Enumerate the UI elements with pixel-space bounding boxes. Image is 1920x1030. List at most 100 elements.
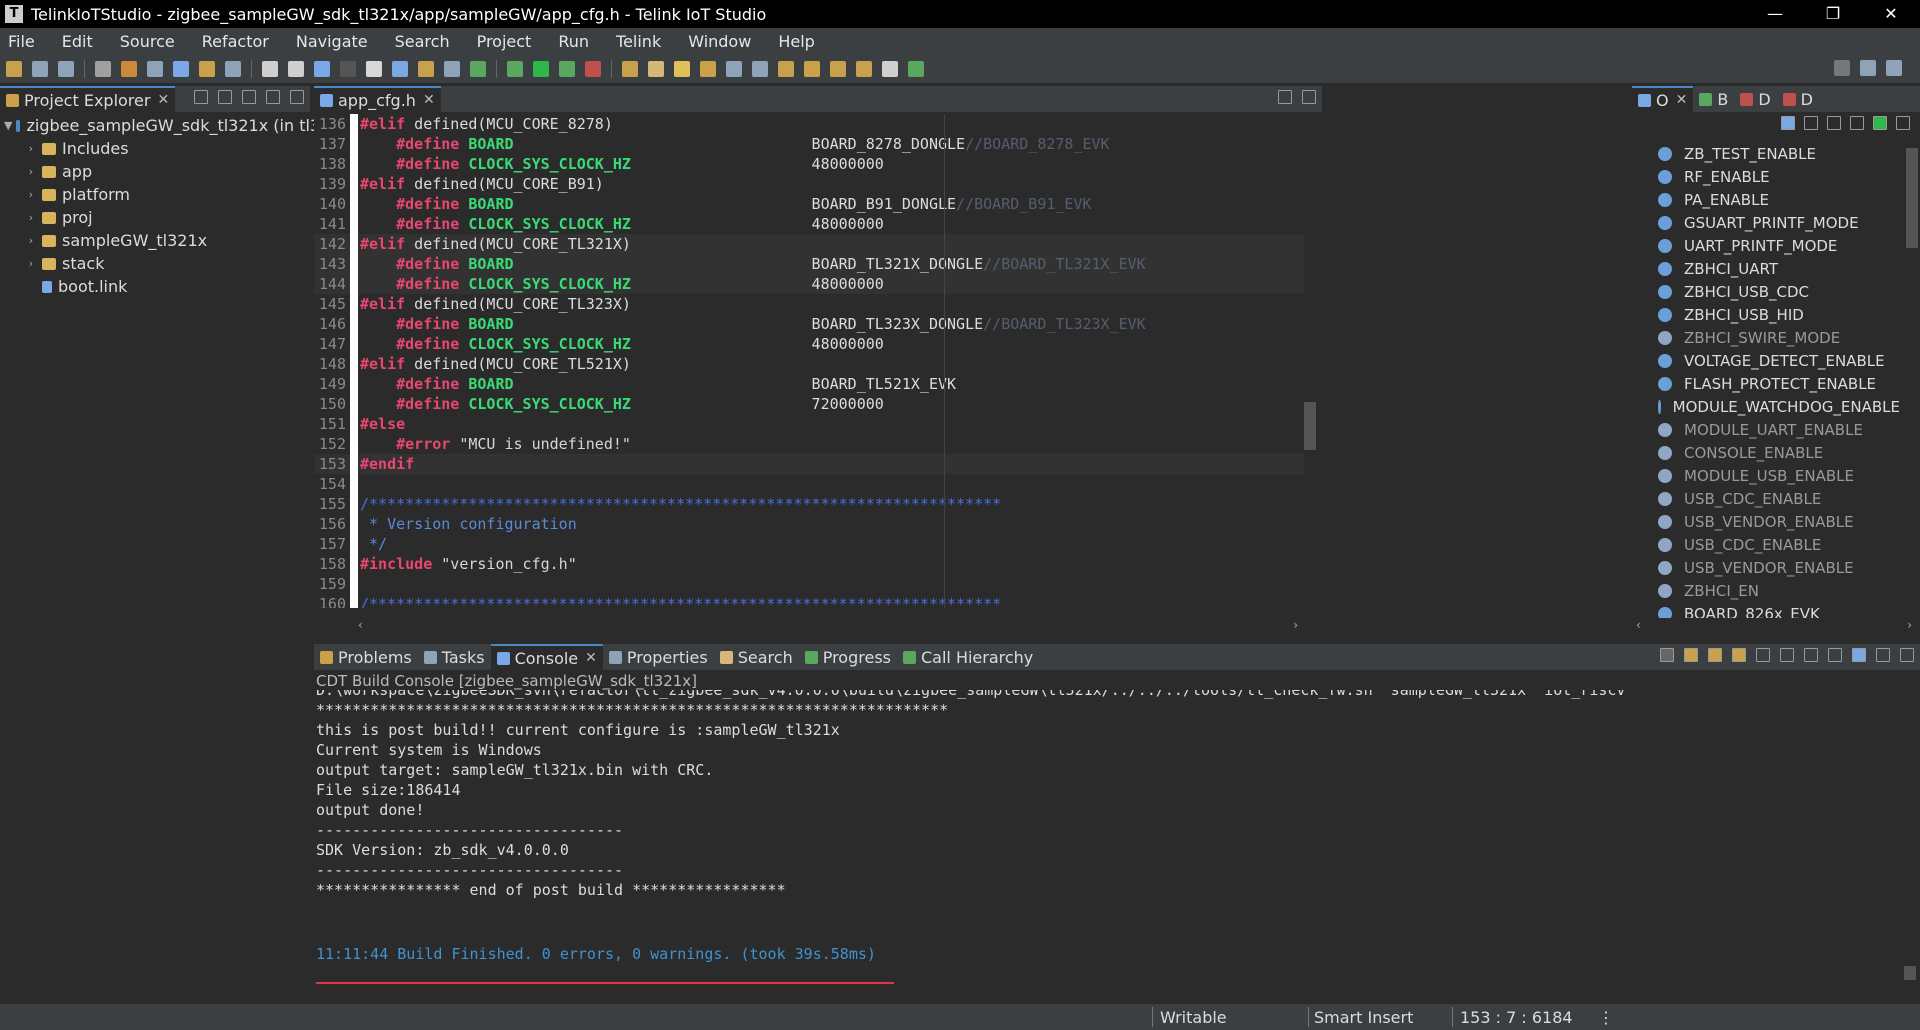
code-line[interactable]: 137 #define BOARD BOARD_8278_DONGLE//BOA… <box>314 134 1306 154</box>
code-area[interactable]: 136 #elif defined(MCU_CORE_8278) 137 #defi… <box>314 114 1306 608</box>
hammer-icon[interactable] <box>121 60 137 77</box>
maximize-view-icon[interactable] <box>1900 648 1914 662</box>
tree-root[interactable]: ▼ zigbee_sampleGW_sdk_tl321x (in tl321x) <box>0 114 356 137</box>
scroll-left-icon[interactable]: ‹ <box>1636 618 1641 632</box>
chevron-down-icon[interactable]: ▼ <box>4 119 12 132</box>
chevron-right-icon[interactable]: › <box>24 211 38 224</box>
tree-item-platform[interactable]: › platform <box>0 183 310 206</box>
tree-item-boot-link[interactable]: boot.link <box>0 275 310 298</box>
tree-item-includes[interactable]: › Includes <box>0 137 310 160</box>
group-includes-icon[interactable] <box>1873 116 1887 130</box>
menu-project[interactable]: Project <box>477 32 532 51</box>
code-line[interactable]: 158 #include "version_cfg.h" <box>314 554 1306 574</box>
editor-vertical-scrollbar[interactable] <box>1304 116 1316 606</box>
open-perspective-icon[interactable] <box>908 60 924 77</box>
maximize-view-icon[interactable] <box>1302 90 1316 104</box>
menu-search[interactable]: Search <box>395 32 450 51</box>
menu-navigate[interactable]: Navigate <box>296 32 368 51</box>
code-line[interactable]: 156 * Version configuration <box>314 514 1306 534</box>
code-line[interactable]: 136 #elif defined(MCU_CORE_8278) <box>314 114 1306 134</box>
collapse-all-icon[interactable] <box>194 90 208 104</box>
pencil-icon[interactable] <box>674 60 690 77</box>
scrollbar-thumb[interactable] <box>1906 148 1918 248</box>
code-line[interactable]: 148 #elif defined(MCU_CORE_TL521X) <box>314 354 1306 374</box>
outline-item[interactable]: UART_PRINTF_MODE <box>1632 234 1900 257</box>
build-all-icon[interactable] <box>147 60 163 77</box>
code-line[interactable]: 157 */ <box>314 534 1306 554</box>
tab-call-hierarchy[interactable]: Call Hierarchy <box>897 644 1039 670</box>
outline-item[interactable]: ZBHCI_UART <box>1632 257 1900 280</box>
open-folder-icon[interactable] <box>622 60 638 77</box>
code-line[interactable]: 145 #elif defined(MCU_CORE_TL323X) <box>314 294 1306 314</box>
new-class-icon[interactable] <box>444 60 460 77</box>
tab-tasks[interactable]: Tasks <box>418 644 491 670</box>
outline-item[interactable]: MODULE_WATCHDOG_ENABLE <box>1632 395 1900 418</box>
close-icon[interactable]: ✕ <box>585 650 597 666</box>
menu-run[interactable]: Run <box>558 32 589 51</box>
close-icon[interactable]: ✕ <box>1676 92 1688 108</box>
sort-icon[interactable] <box>1781 116 1795 130</box>
code-line[interactable]: 143 #define BOARD BOARD_TL321X_DONGLE//B… <box>314 254 1306 274</box>
scrollbar-thumb[interactable] <box>1904 966 1916 980</box>
code-line[interactable]: 153 #endif <box>314 454 1306 474</box>
code-line[interactable]: 147 #define CLOCK_SYS_CLOCK_HZ 48000000 <box>314 334 1306 354</box>
build-config-icon[interactable] <box>95 60 111 77</box>
run-icon[interactable] <box>533 60 549 77</box>
pin-console-icon[interactable] <box>1804 648 1818 662</box>
close-icon[interactable]: ✕ <box>423 92 435 108</box>
outline-item[interactable]: USB_VENDOR_ENABLE <box>1632 556 1900 579</box>
code-line[interactable]: 154 <box>314 474 1306 494</box>
search-icon[interactable] <box>1834 60 1850 76</box>
display-console-icon[interactable] <box>1828 648 1842 662</box>
outline-scrollbar[interactable] <box>1906 138 1918 616</box>
tab-document-b[interactable]: D <box>1777 86 1819 112</box>
next-error-icon[interactable] <box>1684 648 1698 662</box>
sync-icon[interactable] <box>288 60 304 77</box>
outline-item[interactable]: ZBHCI_USB_HID <box>1632 303 1900 326</box>
tree-item-app[interactable]: › app <box>0 160 310 183</box>
tree-item-sampleGW[interactable]: › sampleGW_tl321x <box>0 229 310 252</box>
filter-icon[interactable] <box>242 90 256 104</box>
tab-outline[interactable]: O ✕ <box>1632 86 1694 112</box>
code-line[interactable]: 138 #define CLOCK_SYS_CLOCK_HZ 48000000 <box>314 154 1306 174</box>
tab-problems[interactable]: Problems <box>314 644 418 670</box>
tab-progress[interactable]: Progress <box>799 644 897 670</box>
scroll-lock-icon[interactable] <box>1732 648 1746 662</box>
open-console-icon[interactable] <box>1852 648 1866 662</box>
prev-annotation-icon[interactable] <box>778 60 794 77</box>
close-icon[interactable]: ✕ <box>157 92 169 108</box>
new-icon[interactable] <box>6 60 22 77</box>
outline-item[interactable]: RF_ENABLE <box>1632 165 1900 188</box>
tab-search[interactable]: Search <box>714 644 799 670</box>
outline-item[interactable]: MODULE_UART_ENABLE <box>1632 418 1900 441</box>
code-line[interactable]: 139 #elif defined(MCU_CORE_B91) <box>314 174 1306 194</box>
whitespace-icon[interactable] <box>752 60 768 77</box>
annotation-icon[interactable] <box>700 60 716 77</box>
hide-fields-icon[interactable] <box>1804 116 1818 130</box>
scroll-left-icon[interactable]: ‹ <box>358 618 363 632</box>
menu-file[interactable]: File <box>8 32 35 51</box>
code-line[interactable]: 150 #define CLOCK_SYS_CLOCK_HZ 72000000 <box>314 394 1306 414</box>
chevron-right-icon[interactable]: › <box>24 257 38 270</box>
code-line[interactable]: 155 /************************************… <box>314 494 1306 514</box>
outline-item[interactable]: ZBHCI_SWIRE_MODE <box>1632 326 1900 349</box>
outline-item[interactable]: PA_ENABLE <box>1632 188 1900 211</box>
stop-icon[interactable] <box>585 60 601 77</box>
back-icon[interactable] <box>830 60 846 77</box>
minimize-view-icon[interactable] <box>1278 90 1292 104</box>
code-line[interactable]: 146 #define BOARD BOARD_TL323X_DONGLE//B… <box>314 314 1306 334</box>
block-select-icon[interactable] <box>726 60 742 77</box>
save-all-icon[interactable] <box>58 60 74 77</box>
refresh-icon[interactable] <box>262 60 278 77</box>
open-type-icon[interactable] <box>199 60 215 77</box>
next-annotation-icon[interactable] <box>804 60 820 77</box>
link-editor-icon[interactable] <box>218 90 232 104</box>
code-line[interactable]: 141 #define CLOCK_SYS_CLOCK_HZ 48000000 <box>314 214 1306 234</box>
tab-document-a[interactable]: D <box>1734 86 1776 112</box>
menu-refactor[interactable]: Refactor <box>202 32 269 51</box>
terminal-icon[interactable] <box>173 60 189 77</box>
tab-project-explorer[interactable]: Project Explorer ✕ <box>0 86 176 112</box>
code-line[interactable]: 144 #define CLOCK_SYS_CLOCK_HZ 48000000 <box>314 274 1306 294</box>
console-scrollbar[interactable] <box>1904 696 1916 986</box>
outline-item[interactable]: ZB_TEST_ENABLE <box>1632 142 1900 165</box>
